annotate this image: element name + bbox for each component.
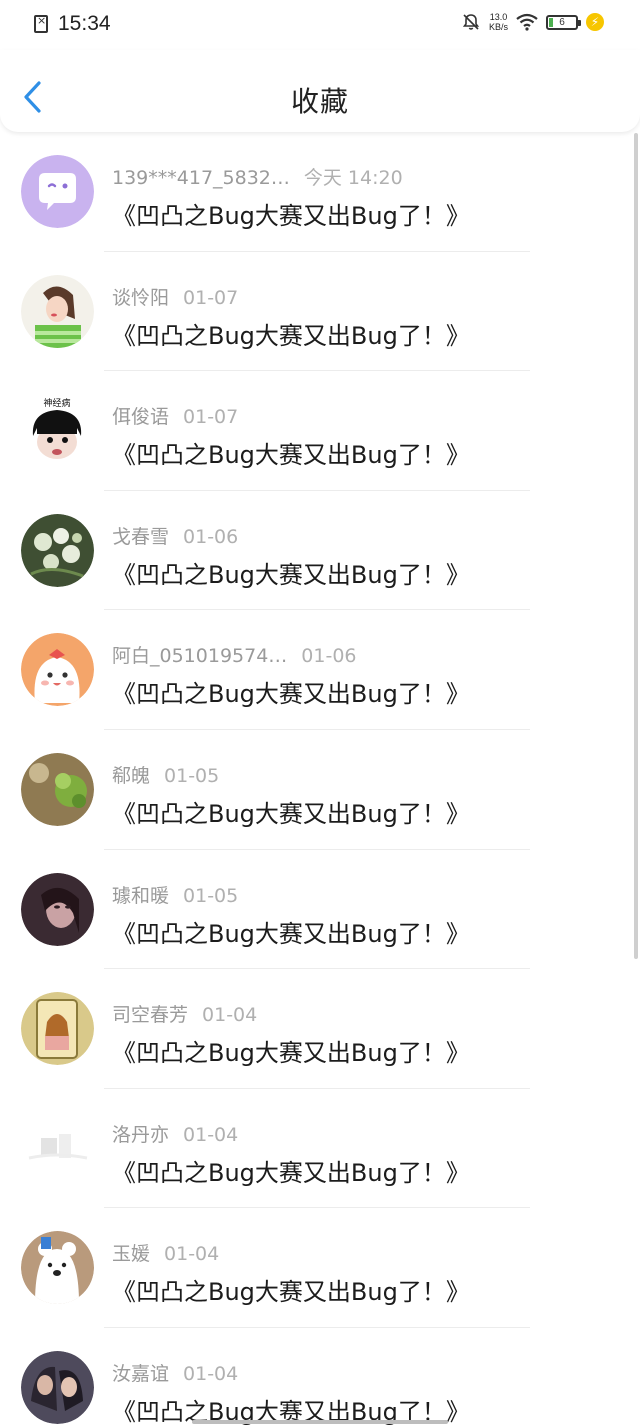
item-date: 01-04 xyxy=(202,1004,258,1027)
bell-muted-icon xyxy=(462,14,480,30)
net-speed-unit: KB/s xyxy=(488,22,508,32)
avatar-caption: 神经病 xyxy=(43,397,70,409)
item-meta: 汝嘉谊 01-04 xyxy=(112,1359,238,1386)
item-meta: 洛丹亦 01-04 xyxy=(112,1120,238,1147)
battery-icon: 6 xyxy=(546,14,581,30)
item-title[interactable]: 《凹凸之Bug大赛又出Bug了！》 xyxy=(112,555,470,590)
no-sim-icon xyxy=(34,14,48,33)
page-title: 收藏 xyxy=(290,85,349,118)
item-username[interactable]: 139***417_5832… xyxy=(112,167,290,189)
girl-avatar xyxy=(21,274,94,348)
item-title[interactable]: 《凹凸之Bug大赛又出Bug了！》 xyxy=(112,674,470,709)
list-item[interactable]: 神经病 佴俊语 01-07 《凹凸之Bug大赛又出Bug了！》 xyxy=(0,371,640,491)
item-date: 今天 14:20 xyxy=(303,167,403,189)
top-bar: 收藏 xyxy=(0,50,640,132)
status-right: 13.0 KB/s 6 ⚡ xyxy=(461,12,604,32)
list-item[interactable]: 玉媛 01-04 《凹凸之Bug大赛又出Bug了！》 xyxy=(0,1208,640,1328)
item-title[interactable]: 《凹凸之Bug大赛又出Bug了！》 xyxy=(112,316,470,351)
status-left: 15:34 xyxy=(34,12,111,36)
home-indicator[interactable] xyxy=(192,1420,448,1424)
item-meta: 阿白_051019574… 01-06 xyxy=(112,641,357,668)
item-date: 01-04 xyxy=(164,1243,220,1266)
list-item[interactable]: 洛丹亦 01-04 《凹凸之Bug大赛又出Bug了！》 xyxy=(0,1089,640,1209)
item-date: 01-06 xyxy=(301,645,357,668)
wifi-icon xyxy=(516,13,538,31)
faded-avatar xyxy=(21,1111,94,1185)
plant-avatar xyxy=(21,752,94,826)
item-meta: 139***417_5832… 今天 14:20 xyxy=(112,163,403,190)
list-item[interactable]: 汝嘉谊 01-04 《凹凸之Bug大赛又出Bug了！》 xyxy=(0,1328,640,1427)
flower-avatar xyxy=(21,513,94,587)
item-date: 01-06 xyxy=(183,525,239,548)
list-item[interactable]: 璩和暖 01-05 《凹凸之Bug大赛又出Bug了！》 xyxy=(0,850,640,970)
item-username[interactable]: 佴俊语 xyxy=(112,406,169,428)
chat-bubble-avatar xyxy=(21,155,94,228)
item-meta: 璩和暖 01-05 xyxy=(112,881,238,908)
list-item[interactable]: 郗魄 01-05 《凹凸之Bug大赛又出Bug了！》 xyxy=(0,730,640,850)
item-title[interactable]: 《凹凸之Bug大赛又出Bug了！》 xyxy=(112,196,470,231)
portrait-avatar xyxy=(21,872,94,946)
couple-avatar xyxy=(21,1350,94,1424)
item-username[interactable]: 汝嘉谊 xyxy=(112,1363,169,1385)
status-bar: 15:34 13.0 KB/s 6 ⚡ xyxy=(0,0,640,50)
list-item[interactable]: 139***417_5832… 今天 14:20 《凹凸之Bug大赛又出Bug了！… xyxy=(0,132,640,252)
item-date: 01-04 xyxy=(183,1362,239,1385)
item-meta: 戈春雪 01-06 xyxy=(112,522,238,549)
cartoon-face-avatar: 神经病 xyxy=(21,394,94,468)
charging-icon: ⚡ xyxy=(586,13,604,31)
list-item[interactable]: 司空春芳 01-04 《凹凸之Bug大赛又出Bug了！》 xyxy=(0,969,640,1089)
item-title[interactable]: 《凹凸之Bug大赛又出Bug了！》 xyxy=(112,794,470,829)
item-meta: 郗魄 01-05 xyxy=(112,761,219,788)
item-username[interactable]: 阿白_051019574… xyxy=(112,645,287,667)
item-title[interactable]: 《凹凸之Bug大赛又出Bug了！》 xyxy=(112,914,470,949)
item-meta: 佴俊语 01-07 xyxy=(112,402,238,429)
item-date: 01-05 xyxy=(183,884,239,907)
item-date: 01-07 xyxy=(183,286,239,309)
item-date: 01-04 xyxy=(183,1123,239,1146)
list-item[interactable]: 戈春雪 01-06 《凹凸之Bug大赛又出Bug了！》 xyxy=(0,491,640,611)
item-username[interactable]: 玉媛 xyxy=(112,1243,150,1265)
item-username[interactable]: 戈春雪 xyxy=(112,526,169,548)
list-item[interactable]: 谈怜阳 01-07 《凹凸之Bug大赛又出Bug了！》 xyxy=(0,252,640,372)
item-title[interactable]: 《凹凸之Bug大赛又出Bug了！》 xyxy=(112,1153,470,1188)
status-time: 15:34 xyxy=(58,12,111,35)
net-speed: 13.0 KB/s xyxy=(489,12,508,32)
item-username[interactable]: 司空春芳 xyxy=(112,1004,188,1026)
item-date: 01-07 xyxy=(183,406,239,429)
item-title[interactable]: 《凹凸之Bug大赛又出Bug了！》 xyxy=(112,435,470,470)
item-date: 01-05 xyxy=(164,764,220,787)
item-username[interactable]: 郗魄 xyxy=(112,765,150,787)
item-title[interactable]: 《凹凸之Bug大赛又出Bug了！》 xyxy=(112,1272,470,1307)
item-title[interactable]: 《凹凸之Bug大赛又出Bug了！》 xyxy=(112,1033,470,1068)
item-username[interactable]: 谈怜阳 xyxy=(112,287,169,309)
item-username[interactable]: 洛丹亦 xyxy=(112,1124,169,1146)
item-meta: 玉媛 01-04 xyxy=(112,1239,219,1266)
favorites-list[interactable]: 139***417_5832… 今天 14:20 《凹凸之Bug大赛又出Bug了！… xyxy=(0,132,640,1427)
item-meta: 司空春芳 01-04 xyxy=(112,1000,257,1027)
illustration-avatar xyxy=(21,992,94,1066)
bunny-avatar xyxy=(21,633,94,707)
scrollbar[interactable] xyxy=(634,133,638,959)
bear-avatar xyxy=(21,1231,94,1305)
item-username[interactable]: 璩和暖 xyxy=(112,885,169,907)
item-meta: 谈怜阳 01-07 xyxy=(112,283,238,310)
net-speed-value: 13.0 xyxy=(489,12,508,22)
list-item[interactable]: 阿白_051019574… 01-06 《凹凸之Bug大赛又出Bug了！》 xyxy=(0,610,640,730)
